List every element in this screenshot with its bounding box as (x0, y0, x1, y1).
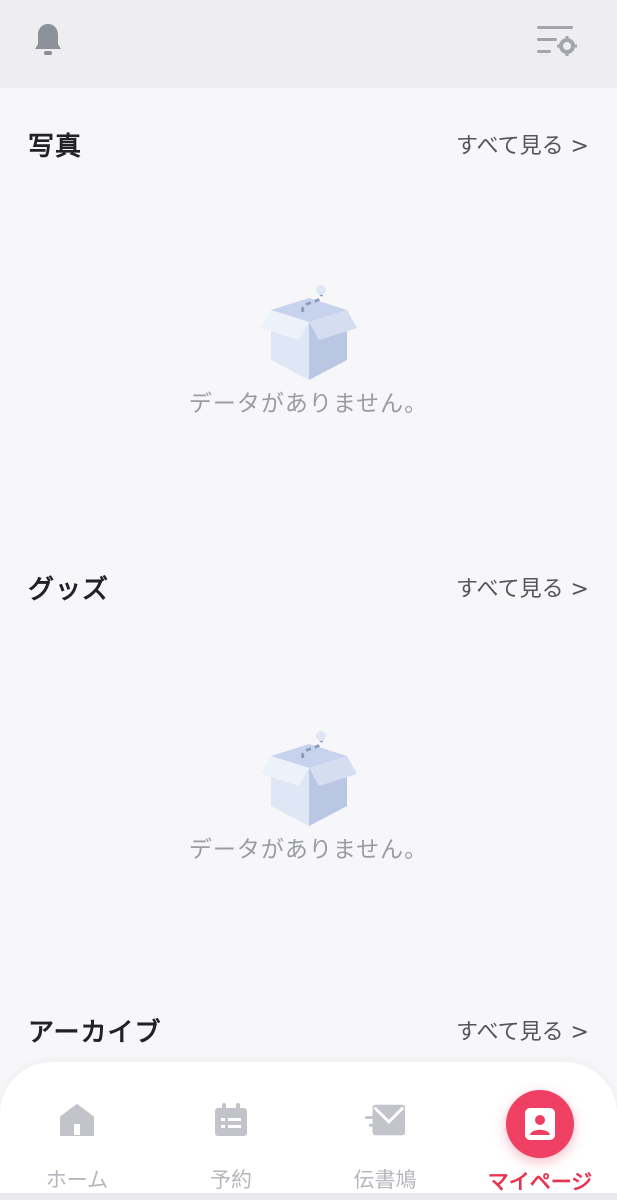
empty-state: データがありません。 (0, 282, 617, 418)
photos-section-header: 写真 すべて見る > (28, 124, 589, 164)
settings-button[interactable] (534, 20, 582, 60)
section-title: グッズ (28, 574, 110, 605)
see-all-link[interactable]: すべて見る > (456, 128, 589, 160)
section-title: アーカイブ (28, 1017, 162, 1048)
home-indicator-bar (0, 1193, 617, 1200)
empty-box-icon (260, 731, 357, 826)
section-title: 写真 (28, 131, 83, 162)
tab-mypage[interactable]: マイページ (463, 1062, 617, 1200)
notification-button[interactable] (28, 20, 68, 60)
empty-message: データがありません。 (188, 837, 429, 863)
bell-icon (35, 24, 61, 55)
empty-box-icon (260, 285, 357, 380)
tab-label: マイページ (487, 1170, 593, 1194)
goods-section-header: グッズ すべて見る > (28, 567, 589, 607)
tab-reservation[interactable]: 予約 (154, 1062, 308, 1200)
empty-message: データがありません。 (188, 391, 429, 417)
see-all-link[interactable]: すべて見る > (456, 1014, 589, 1046)
list-settings-icon (537, 26, 577, 56)
archive-section-header: アーカイブ すべて見る > (28, 1010, 589, 1050)
tab-label: 伝書鳩 (353, 1168, 417, 1192)
calendar-icon (209, 1098, 253, 1142)
profile-icon (506, 1090, 574, 1158)
bottom-tab-bar: ホーム 予約 伝書鳩 マイページ (0, 1062, 617, 1200)
tab-label: ホーム (45, 1168, 109, 1192)
tab-messages[interactable]: 伝書鳩 (308, 1062, 462, 1200)
tab-label: 予約 (210, 1168, 252, 1192)
tab-home[interactable]: ホーム (0, 1062, 154, 1200)
mail-icon (363, 1098, 407, 1142)
top-bar (0, 0, 617, 88)
empty-state: データがありません。 (0, 728, 617, 864)
see-all-link[interactable]: すべて見る > (456, 571, 589, 603)
home-icon (55, 1098, 99, 1142)
